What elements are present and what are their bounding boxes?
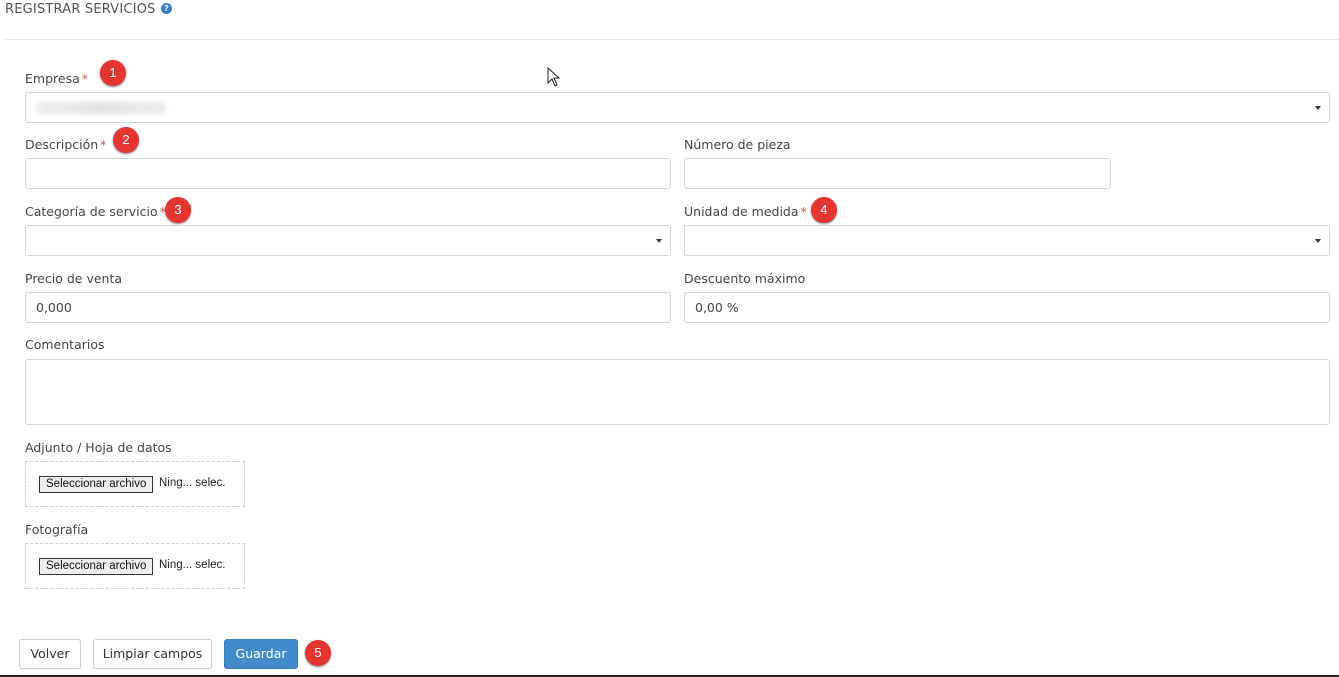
categoria-label-text: Categoría de servicio: [25, 204, 158, 219]
caret-down-icon: [1315, 239, 1321, 243]
numero-pieza-label: Número de pieza: [684, 137, 791, 152]
empresa-label-text: Empresa: [25, 71, 80, 86]
required-marker: *: [81, 71, 88, 86]
descuento-label: Descuento máximo: [684, 271, 806, 286]
annotation-badge-1: 1: [100, 60, 126, 86]
adjunto-select-file-button[interactable]: Seleccionar archivo: [39, 476, 154, 493]
comentarios-textarea[interactable]: [25, 359, 1330, 425]
annotation-badge-4: 4: [811, 197, 837, 223]
empresa-label: Empresa *: [25, 71, 88, 86]
unidad-label: Unidad de medida *: [684, 204, 807, 219]
annotation-badge-2: 2: [113, 127, 139, 153]
required-marker: *: [800, 204, 807, 219]
caret-down-icon: [656, 239, 662, 243]
precio-label: Precio de venta: [25, 271, 123, 286]
adjunto-file-input: Seleccionar archivo Ning... selec.: [25, 461, 245, 507]
caret-down-icon: [1315, 106, 1321, 110]
fotografia-label: Fotografía: [25, 522, 89, 537]
fotografia-select-file-button[interactable]: Seleccionar archivo: [39, 558, 154, 575]
adjunto-file-status: Ning... selec.: [159, 477, 226, 489]
unidad-select[interactable]: [684, 225, 1330, 256]
unidad-label-text: Unidad de medida: [684, 204, 799, 219]
help-icon[interactable]: ?: [161, 3, 172, 14]
categoria-select[interactable]: [25, 225, 671, 256]
mouse-pointer-icon: [547, 67, 561, 87]
categoria-label: Categoría de servicio *: [25, 204, 166, 219]
descripcion-label-text: Descripción: [25, 137, 99, 152]
fotografia-file-input: Seleccionar archivo Ning... selec.: [25, 543, 245, 589]
comentarios-label: Comentarios: [25, 337, 105, 352]
adjunto-label: Adjunto / Hoja de datos: [25, 440, 172, 455]
redacted-value: [36, 102, 166, 114]
required-marker: *: [100, 137, 107, 152]
header-divider: [5, 39, 1339, 40]
annotation-badge-5: 5: [305, 640, 331, 666]
fotografia-file-status: Ning... selec.: [159, 559, 226, 571]
descripcion-input[interactable]: [25, 158, 671, 189]
empresa-select[interactable]: [25, 92, 1330, 123]
clear-fields-button[interactable]: Limpiar campos: [93, 639, 212, 669]
descuento-input[interactable]: 0,00 %: [684, 292, 1330, 323]
page-title: REGISTRAR SERVICIOS: [5, 2, 156, 17]
precio-input[interactable]: 0,000: [25, 292, 671, 323]
annotation-badge-3: 3: [165, 197, 191, 223]
save-button[interactable]: Guardar: [224, 639, 298, 669]
descripcion-label: Descripción *: [25, 137, 106, 152]
back-button[interactable]: Volver: [19, 639, 81, 669]
numero-pieza-input[interactable]: [684, 158, 1111, 189]
